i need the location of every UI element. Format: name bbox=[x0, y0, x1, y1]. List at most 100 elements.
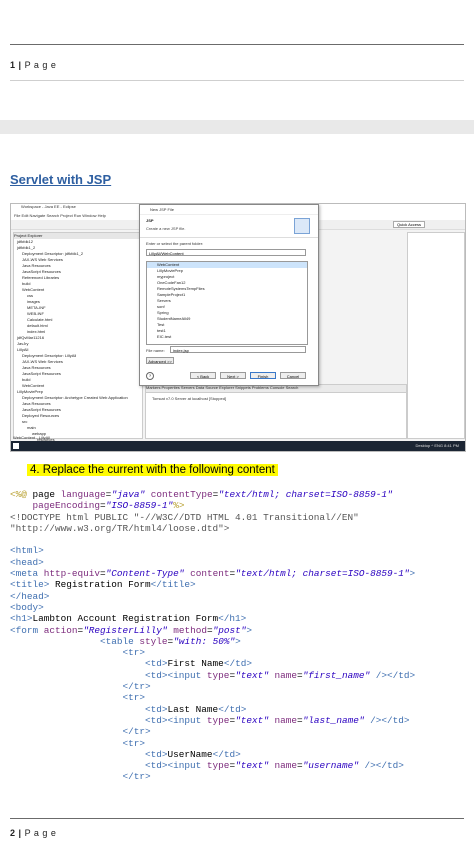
windows-start-icon[interactable] bbox=[13, 443, 19, 449]
code-token: /></td> bbox=[364, 760, 404, 772]
code-token: </h1> bbox=[218, 613, 247, 625]
code-line: <td><input type="text" name="username" /… bbox=[10, 760, 464, 771]
next-button[interactable]: Next > bbox=[220, 372, 246, 379]
code-line: <td>UserName</td> bbox=[10, 749, 464, 760]
dialog-subheading: Create a new JSP file. bbox=[146, 226, 186, 231]
code-token: language bbox=[60, 489, 106, 500]
code-token: <td><input bbox=[145, 669, 207, 681]
code-line: <h1>Lambton Account Registration Form</h… bbox=[10, 613, 464, 624]
code-token: "username" bbox=[302, 760, 359, 772]
code-token: page bbox=[26, 489, 61, 500]
code-token: type bbox=[206, 714, 230, 726]
code-token: </head> bbox=[10, 590, 50, 602]
server-entry[interactable]: Tomcat v7.0 Server at localhost [Stopped… bbox=[146, 393, 406, 404]
project-explorer: Project Explorer jdfkfdk12 jdfkfdk1_2 Depl… bbox=[13, 232, 143, 442]
code-token: First Name bbox=[167, 658, 224, 670]
top-divider bbox=[10, 44, 464, 45]
file-name-label: File name: bbox=[146, 348, 165, 353]
code-token: method bbox=[173, 624, 207, 636]
code-line: <td><input type="text" name="first_name"… bbox=[10, 670, 464, 681]
page-number-2: 2 | P a g e bbox=[10, 828, 57, 838]
code-line: "http://www.w3.org/TR/html4/loose.dtd"> bbox=[10, 523, 464, 534]
bottom-tabs: Markers Properties Servers Data Source E… bbox=[146, 385, 406, 393]
page-number-1: 1 | P a g e bbox=[10, 60, 57, 70]
code-token: "java" bbox=[111, 489, 146, 500]
code-token: </tr> bbox=[122, 726, 151, 738]
code-token: /></td> bbox=[375, 669, 416, 681]
cancel-button[interactable]: Cancel bbox=[280, 372, 306, 379]
code-token: "RegisterLilly" bbox=[83, 624, 168, 636]
code-token: "post" bbox=[212, 624, 247, 636]
code-token: "text" bbox=[235, 760, 269, 772]
code-token: pageEncoding bbox=[32, 500, 101, 512]
code-line: <tr> bbox=[10, 692, 464, 703]
code-block: <%@ page language="java" contentType="te… bbox=[10, 489, 464, 783]
code-line: pageEncoding="ISO-8859-1"%> bbox=[10, 500, 464, 511]
code-token: style bbox=[139, 635, 168, 647]
folder-tree[interactable]: WebContent LillyMoviePrep myproject OneCode… bbox=[146, 261, 308, 345]
code-token: "text/html; charset=ISO-8859-1" bbox=[218, 489, 393, 500]
code-token: > bbox=[409, 568, 416, 580]
code-token: <form bbox=[10, 624, 44, 636]
code-token: name bbox=[274, 714, 297, 726]
advanced-button[interactable]: Advanced >> bbox=[146, 357, 174, 364]
code-line: <title> Registration Form</title> bbox=[10, 579, 464, 590]
code-token: content bbox=[190, 568, 230, 580]
code-token: <td><input bbox=[145, 760, 207, 772]
back-button[interactable]: < Back bbox=[190, 372, 216, 379]
code-line: <!DOCTYPE html PUBLIC "-//W3C//DTD HTML … bbox=[10, 512, 464, 523]
folder-tree-item[interactable]: EIC.test bbox=[147, 334, 307, 340]
code-token: action bbox=[43, 624, 78, 636]
step-instruction: 4. Replace the current with the followin… bbox=[27, 464, 278, 476]
code-token: <title> bbox=[10, 579, 50, 591]
code-token: contentType bbox=[150, 489, 213, 500]
page-gap bbox=[0, 120, 474, 134]
system-tray: Desktop ^ ENG 8:41 PM bbox=[415, 443, 459, 448]
code-token: Lambton Account Registration Form bbox=[32, 613, 219, 625]
parent-folder-label: Enter or select the parent folder: bbox=[146, 241, 204, 246]
code-token: </td> bbox=[223, 658, 252, 670]
code-token: <head> bbox=[10, 556, 44, 568]
code-token: http-equiv bbox=[43, 568, 101, 580]
code-line: <td><input type="text" name="last_name" … bbox=[10, 715, 464, 726]
code-line: <form action="RegisterLilly" method="pos… bbox=[10, 625, 464, 636]
code-token: <tr> bbox=[122, 647, 146, 659]
code-line: <%@ page language="java" contentType="te… bbox=[10, 489, 464, 500]
code-token: > bbox=[235, 635, 241, 647]
code-token: > bbox=[246, 624, 253, 636]
code-line: <td>First Name</td> bbox=[10, 658, 464, 669]
code-token: </tr> bbox=[122, 681, 151, 693]
code-token: <table bbox=[100, 635, 140, 647]
code-token: <body> bbox=[10, 601, 44, 613]
code-token: "text/html; charset=ISO-8859-1" bbox=[235, 568, 410, 580]
code-token: "first_name" bbox=[302, 669, 371, 681]
outline-pane bbox=[407, 232, 465, 439]
code-token: <!DOCTYPE html PUBLIC "-//W3C//DTD HTML … bbox=[10, 511, 359, 523]
help-icon[interactable]: ? bbox=[146, 372, 154, 380]
code-token: /></td> bbox=[370, 714, 410, 726]
code-token: </tr> bbox=[122, 771, 151, 783]
footer-divider bbox=[10, 80, 464, 81]
code-token: "last_name" bbox=[302, 714, 365, 726]
parent-folder-input[interactable]: LillyAll/WebContent bbox=[146, 249, 306, 256]
page-one-footer: 1 | P a g e bbox=[0, 0, 474, 120]
finish-button[interactable]: Finish bbox=[250, 372, 276, 379]
code-token: </td> bbox=[212, 748, 241, 760]
file-name-input[interactable]: index.jsp bbox=[170, 346, 306, 353]
quick-access-field[interactable]: Quick Access bbox=[392, 221, 425, 228]
code-token: "text" bbox=[235, 714, 269, 726]
code-token: "http://www.w3.org/TR/html4/loose.dtd"> bbox=[10, 522, 230, 534]
code-token: </title> bbox=[150, 579, 196, 591]
code-token: "text" bbox=[235, 669, 269, 681]
code-line: <tr> bbox=[10, 738, 464, 749]
code-line: <head> bbox=[10, 557, 464, 568]
section-title: Servlet with JSP bbox=[10, 172, 112, 187]
status-bar: WebContent - LillyAll bbox=[13, 435, 51, 440]
